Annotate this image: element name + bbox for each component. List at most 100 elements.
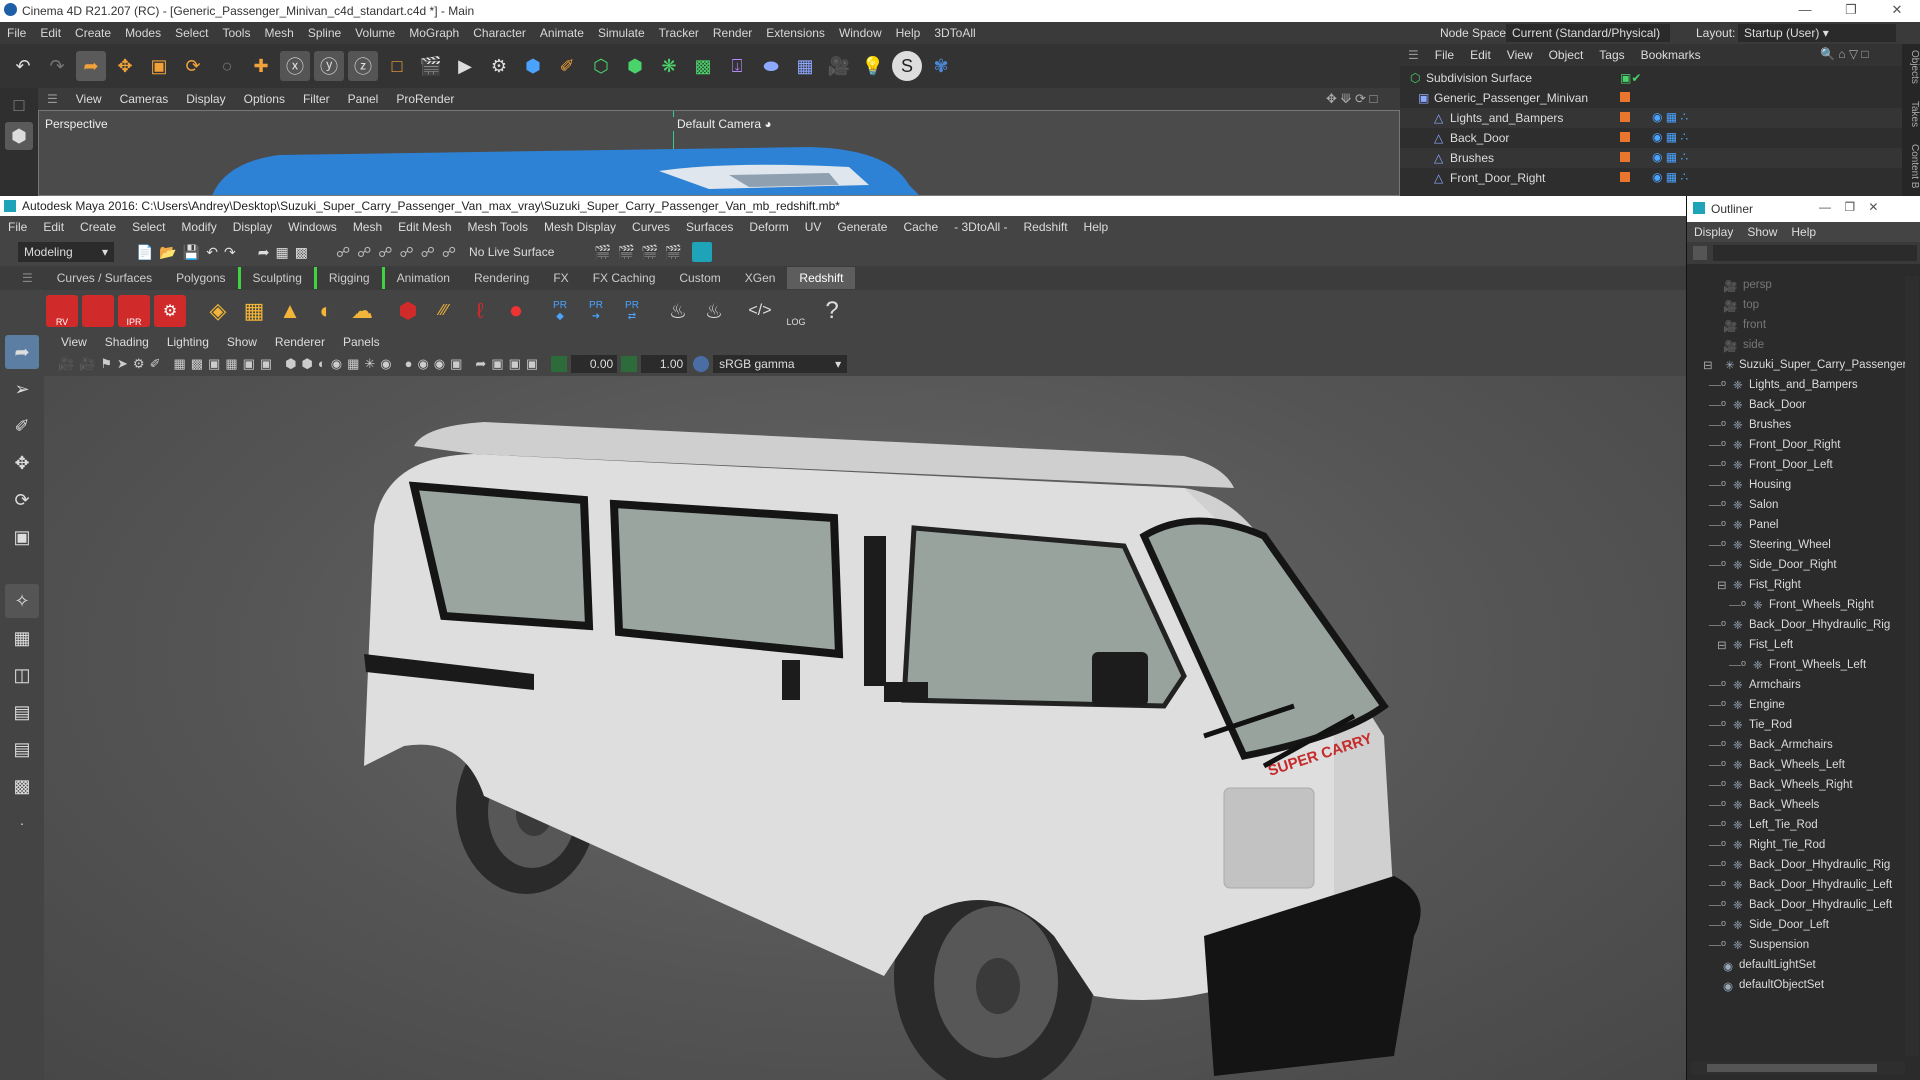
selection-mask-icons[interactable]: ➦▦▩ — [258, 244, 314, 261]
shelf-tab-rendering[interactable]: Rendering — [462, 267, 541, 289]
outliner-item-row[interactable]: o ❈ Panel — [1687, 516, 1907, 536]
rs-dome-light-icon[interactable]: ◐ — [310, 295, 342, 327]
pr-object-icon[interactable]: PR ◆ — [544, 295, 576, 327]
outliner-item-row[interactable]: o ❈ Salon — [1687, 496, 1907, 516]
obj-row[interactable]: △ Front_Door_Right ◉ ▦ ∴ — [1400, 168, 1920, 188]
outliner-camera-row[interactable]: 🎥 persp — [1687, 276, 1907, 296]
maya-menu-mesh-tools[interactable]: Mesh Tools — [460, 216, 536, 238]
obj-row[interactable]: ⬡ Subdivision Surface ▣✔ — [1400, 68, 1920, 88]
field-icon[interactable]: ⬬ — [756, 51, 786, 81]
shelf-tab-sculpting[interactable]: Sculpting — [237, 267, 314, 289]
rs-spot-light-icon[interactable]: ▲ — [274, 295, 306, 327]
outliner-item-row[interactable]: o ❈ Steering_Wheel — [1687, 536, 1907, 556]
layer-color-swatch[interactable] — [1620, 152, 1630, 162]
gamma-field[interactable]: 1.00 — [641, 355, 688, 373]
isolate-icons[interactable]: ➦▣▣▣ — [475, 356, 543, 372]
vp-menu-prorender[interactable]: ProRender — [387, 92, 463, 106]
paint-select-icon[interactable]: ✐ — [5, 409, 39, 443]
obj-menu-bookmarks[interactable]: Bookmarks — [1633, 48, 1709, 62]
array-icon[interactable]: ▩ — [688, 51, 718, 81]
menu-extensions[interactable]: Extensions — [759, 22, 832, 44]
live-selection-icon[interactable]: ➦ — [76, 51, 106, 81]
maya-menu-edit-mesh[interactable]: Edit Mesh — [390, 216, 459, 238]
move-tool-icon[interactable]: ✥ — [5, 446, 39, 480]
obj-search-icons[interactable]: 🔍 ⌂ ▽ □ — [1820, 47, 1869, 61]
light-icon[interactable]: 💡 — [858, 51, 888, 81]
outliner-item-row[interactable]: o ❈ Housing — [1687, 476, 1907, 496]
outliner-search-input[interactable] — [1713, 245, 1917, 261]
maya-menu-cache[interactable]: Cache — [895, 216, 946, 238]
panel-menu-lighting[interactable]: Lighting — [158, 335, 218, 349]
exposure-toggle-icon[interactable] — [551, 356, 568, 372]
menu-modes[interactable]: Modes — [118, 22, 168, 44]
outliner-item-row[interactable]: o ❈ Left_Tie_Rod — [1687, 816, 1907, 836]
z-axis-icon[interactable]: ⓩ — [348, 51, 378, 81]
vp-menu-panel[interactable]: Panel — [339, 92, 388, 106]
menu-tools[interactable]: Tools — [215, 22, 257, 44]
outliner-item-row[interactable]: o ❈ Back_Wheels_Right — [1687, 776, 1907, 796]
obj-row[interactable]: ▣ Generic_Passenger_Minivan — [1400, 88, 1920, 108]
shading-icons[interactable]: ⬢⬢◐◉▦✳◉ — [285, 356, 396, 372]
tab-objects[interactable]: Objects — [1909, 50, 1920, 84]
move-icon[interactable]: ✥ — [110, 51, 140, 81]
maya-menu-file[interactable]: File — [0, 216, 35, 238]
rs-bake-set-icon[interactable]: ♨ — [698, 295, 730, 327]
mode-dropdown[interactable]: Modeling ▾ — [18, 242, 114, 262]
more-layouts-icon[interactable]: · — [5, 806, 39, 840]
shelf-tab-animation[interactable]: Animation — [385, 267, 462, 289]
maya-menu-create[interactable]: Create — [72, 216, 124, 238]
four-pane-layout-icon[interactable]: ▦ — [5, 621, 39, 655]
help-icon[interactable]: ? — [816, 295, 848, 327]
outliner-horizontal-scrollbar[interactable] — [1691, 1062, 1905, 1074]
layer-color-swatch[interactable] — [1620, 112, 1630, 122]
floor-icon[interactable]: ▦ — [790, 51, 820, 81]
obj-menu-object[interactable]: Object — [1541, 48, 1592, 62]
snap-icons[interactable]: ☍☍☍☍☍☍ — [336, 244, 463, 261]
material-tag-icon[interactable]: ◉ ▦ ∴ — [1652, 150, 1688, 164]
enabled-check-icon[interactable]: ▣✔ — [1620, 71, 1641, 85]
outliner-item-row[interactable]: o ❈ Side_Door_Left — [1687, 916, 1907, 936]
outliner-item-row[interactable]: o ❈ Engine — [1687, 696, 1907, 716]
python-icon[interactable]: ✾ — [926, 51, 956, 81]
obj-row[interactable]: △ Lights_and_Bampers ◉ ▦ ∴ — [1400, 108, 1920, 128]
collapse-icon[interactable]: ⊟ — [1703, 358, 1713, 372]
outliner-item-row[interactable]: o ❈ Back_Armchairs — [1687, 736, 1907, 756]
outliner-item-row[interactable]: o ❈ Back_Door_Hhydraulic_Left — [1687, 896, 1907, 916]
outliner-filter-icon[interactable] — [1693, 246, 1707, 260]
outliner-item-row[interactable]: o ❈ Front_Door_Left — [1687, 456, 1907, 476]
outliner-camera-row[interactable]: 🎥 front — [1687, 316, 1907, 336]
rs-log-icon[interactable]: LOG — [780, 295, 812, 327]
maya-viewport[interactable]: SUPER CARRY — [44, 376, 1686, 1080]
subdivision-icon[interactable]: ⬡ — [586, 51, 616, 81]
outliner-item-row[interactable]: o ❈ Front_Wheels_Right — [1687, 596, 1907, 616]
camera-tools-icons[interactable]: 🎥🎥⚑➤⚙✐ — [58, 356, 165, 372]
layout-dropdown[interactable]: Startup (User) ▾ — [1738, 24, 1896, 42]
menu-volume[interactable]: Volume — [348, 22, 402, 44]
live-surface-label[interactable]: No Live Surface — [469, 245, 554, 259]
maya-menu-surfaces[interactable]: Surfaces — [678, 216, 741, 238]
layer-color-swatch[interactable] — [1620, 92, 1630, 102]
rs-proxy-icon[interactable]: ⬢ — [392, 295, 424, 327]
shelf-options-icon[interactable]: ☰ — [22, 271, 33, 285]
menu-edit[interactable]: Edit — [33, 22, 68, 44]
outliner-item-row[interactable]: ⊟ ❈ Fist_Left — [1687, 636, 1907, 656]
outliner-item-row[interactable]: o ❈ Side_Door_Right — [1687, 556, 1907, 576]
outliner-item-row[interactable]: o ❈ Tie_Rod — [1687, 716, 1907, 736]
outliner-menu-show[interactable]: Show — [1740, 225, 1784, 239]
vp-menu-cameras[interactable]: Cameras — [111, 92, 178, 106]
layer-color-swatch[interactable] — [1620, 172, 1630, 182]
close-icon[interactable]: ✕ — [1874, 0, 1920, 22]
menu-render[interactable]: Render — [706, 22, 759, 44]
maya-menu-modify[interactable]: Modify — [173, 216, 224, 238]
outliner-layout-icon[interactable]: ▤ — [5, 695, 39, 729]
cloner-icon[interactable]: ❋ — [654, 51, 684, 81]
lasso-tool-icon[interactable]: ➢ — [5, 372, 39, 406]
obj-menu-tags[interactable]: Tags — [1591, 48, 1632, 62]
render-icons[interactable]: 🎬🎬🎬🎬 — [594, 244, 688, 261]
camera-icon[interactable]: 🎥 — [824, 51, 854, 81]
pr-sync-icon[interactable]: PR ⇄ — [616, 295, 648, 327]
vp-menu-options[interactable]: Options — [235, 92, 294, 106]
scale-icon[interactable]: ▣ — [144, 51, 174, 81]
maya-menu-redshift[interactable]: Redshift — [1016, 216, 1076, 238]
menu-animate[interactable]: Animate — [533, 22, 591, 44]
